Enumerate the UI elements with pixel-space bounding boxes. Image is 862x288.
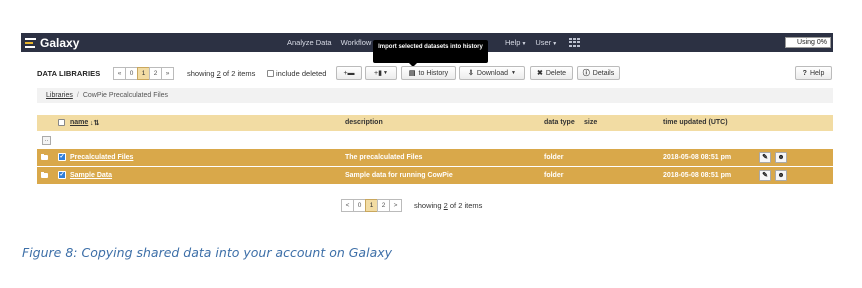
import-tooltip: Import selected datasets into history bbox=[373, 40, 488, 63]
galaxy-logo[interactable]: Galaxy bbox=[25, 33, 79, 52]
library-toolbar: DATA LIBRARIES « 0 1 2 » showing 2 of 2 … bbox=[37, 66, 833, 82]
table-row[interactable]: ✓ Precalculated Files The precalculated … bbox=[37, 149, 833, 166]
select-all-checkbox[interactable] bbox=[58, 119, 67, 126]
bottom-status-prefix: showing bbox=[414, 201, 442, 210]
nav-analyze-data[interactable]: Analyze Data bbox=[287, 38, 332, 47]
column-name[interactable]: name bbox=[70, 119, 88, 126]
bottom-pager: < 0 1 2 > bbox=[341, 199, 402, 212]
table-row[interactable]: ✓ Sample Data Sample data for running Co… bbox=[37, 167, 833, 184]
row-checkbox[interactable]: ✓ bbox=[58, 153, 66, 161]
download-icon: ⇩ bbox=[468, 70, 474, 77]
delete-label: Delete bbox=[545, 69, 567, 77]
plus-file-icon: +▮ bbox=[374, 70, 382, 77]
pager-status-suffix: of 2 items bbox=[222, 69, 256, 78]
column-description: description bbox=[345, 119, 383, 126]
figure-caption: Figure 8: Copying shared data into your … bbox=[22, 245, 393, 260]
row-checkbox[interactable]: ✓ bbox=[58, 171, 66, 179]
nav-user-label: User bbox=[535, 38, 552, 47]
apps-grid-icon[interactable] bbox=[569, 38, 581, 47]
user-nav: Help▼ User▼ bbox=[505, 33, 581, 52]
row-time-updated: 2018-05-08 08:51 pm bbox=[663, 172, 732, 179]
row-data-type: folder bbox=[544, 172, 564, 179]
nav-help-label: Help bbox=[505, 38, 521, 47]
bottom-pager-next[interactable]: > bbox=[389, 199, 402, 212]
plus-folder-icon: +▬ bbox=[343, 69, 355, 77]
row-name[interactable]: Sample Data bbox=[70, 172, 112, 179]
nav-workflow[interactable]: Workflow bbox=[341, 38, 372, 47]
pager-status-prefix: showing bbox=[187, 69, 215, 78]
parent-folder-button[interactable]: .. bbox=[42, 136, 51, 145]
details-button[interactable]: ⓘ Details bbox=[577, 66, 620, 80]
help-button[interactable]: ? Help bbox=[795, 66, 832, 80]
chevron-down-icon: ▼ bbox=[511, 70, 516, 76]
users-permissions-icon[interactable]: ☻ bbox=[775, 152, 787, 163]
chevron-down-icon: ▼ bbox=[383, 70, 388, 76]
row-name[interactable]: Precalculated Files bbox=[70, 154, 133, 161]
row-data-type: folder bbox=[544, 154, 564, 161]
row-description: The precalculated Files bbox=[345, 154, 423, 161]
pager-status: showing 2 of 2 items bbox=[187, 69, 255, 78]
folder-icon bbox=[41, 172, 48, 178]
nav-user[interactable]: User▼ bbox=[535, 38, 557, 47]
galaxy-logo-icon bbox=[25, 37, 36, 48]
breadcrumb-current: CowPie Precalculated Files bbox=[82, 92, 169, 99]
pager-status-count[interactable]: 2 bbox=[217, 69, 221, 78]
page-title: DATA LIBRARIES bbox=[37, 69, 101, 78]
chevron-down-icon: ▼ bbox=[521, 41, 527, 47]
include-deleted-label: include deleted bbox=[276, 69, 327, 78]
breadcrumb-libraries[interactable]: Libraries bbox=[46, 92, 73, 99]
download-label: Download bbox=[476, 69, 509, 77]
column-size: size bbox=[584, 119, 598, 126]
top-pager: « 0 1 2 » bbox=[113, 67, 174, 80]
sort-icon[interactable]: ↓⇅ bbox=[90, 119, 99, 127]
folder-icon bbox=[41, 154, 48, 160]
select-all-box[interactable] bbox=[58, 119, 65, 126]
chevron-down-icon: ▼ bbox=[552, 41, 558, 47]
nav-help[interactable]: Help▼ bbox=[505, 38, 526, 47]
add-datasets-button[interactable]: +▮ ▼ bbox=[365, 66, 397, 80]
main-nav: Analyze Data Workflow bbox=[287, 33, 380, 52]
bottom-pager-status: showing 2 of 2 items bbox=[414, 201, 482, 210]
column-data-type: data type bbox=[544, 119, 575, 126]
row-time-updated: 2018-05-08 08:51 pm bbox=[663, 154, 732, 161]
breadcrumb: Libraries / CowPie Precalculated Files bbox=[37, 88, 833, 103]
delete-button[interactable]: ✖ Delete bbox=[530, 66, 573, 80]
breadcrumb-separator: / bbox=[76, 92, 79, 99]
to-history-label: to History bbox=[418, 69, 449, 77]
question-icon: ? bbox=[802, 69, 807, 77]
create-folder-button[interactable]: +▬ bbox=[336, 66, 362, 80]
info-icon: ⓘ bbox=[582, 70, 590, 77]
to-history-button[interactable]: ▤ to History bbox=[401, 66, 456, 80]
help-label: Help bbox=[809, 69, 825, 77]
pager-next[interactable]: » bbox=[161, 67, 174, 80]
include-deleted-toggle[interactable]: include deleted bbox=[267, 69, 326, 78]
book-icon: ▤ bbox=[408, 70, 416, 77]
brand-label: Galaxy bbox=[40, 35, 80, 50]
table-header: name ↓⇅ description data type size time … bbox=[37, 115, 833, 131]
bottom-status-suffix: of 2 items bbox=[449, 201, 483, 210]
row-description: Sample data for running CowPie bbox=[345, 172, 453, 179]
users-permissions-icon[interactable]: ☻ bbox=[775, 170, 787, 181]
quota-meter[interactable]: Using 0% bbox=[785, 37, 831, 48]
close-icon: ✖ bbox=[536, 70, 543, 77]
column-time-updated: time updated (UTC) bbox=[663, 119, 728, 126]
include-deleted-checkbox[interactable] bbox=[267, 70, 274, 77]
edit-pencil-icon[interactable]: ✎ bbox=[759, 170, 771, 181]
edit-pencil-icon[interactable]: ✎ bbox=[759, 152, 771, 163]
download-button[interactable]: ⇩ Download ▼ bbox=[459, 66, 525, 80]
details-label: Details bbox=[592, 69, 615, 77]
bottom-status-count[interactable]: 2 bbox=[444, 201, 448, 210]
